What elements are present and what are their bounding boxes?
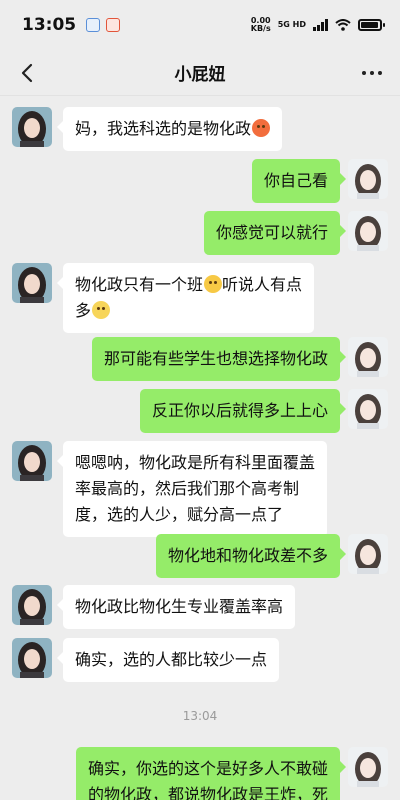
message-text: 听说人有点 (222, 275, 303, 294)
message-bubble[interactable]: 物化政比物化生专业覆盖率高 (56, 585, 296, 629)
network-speed-unit: KB/s (250, 24, 271, 33)
message-bubble[interactable]: 反正你以后就得多上上心 (139, 389, 347, 433)
contact-avatar[interactable] (12, 585, 52, 625)
message-bubble[interactable]: 你感觉可以就行 (203, 211, 347, 255)
contact-avatar[interactable] (12, 638, 52, 678)
message-text: 物化政比物化生专业覆盖率高 (75, 597, 284, 616)
message-text: 确实，选的人都比较少一点 (75, 650, 268, 669)
network-type: 5G HD (277, 20, 306, 29)
chat-title: 小屁妞 (174, 65, 226, 85)
wifi-icon (335, 19, 351, 31)
message-text: 你自己看 (263, 171, 328, 190)
message-bubble[interactable]: 那可能有些学生也想选择物化政 (91, 337, 347, 381)
message-text: 度，选的人少，赋分高一点了 (75, 505, 284, 524)
message-bubble[interactable]: 物化地和物化政差不多 (155, 534, 347, 578)
home-app-icon (86, 18, 101, 32)
back-button[interactable] (14, 60, 40, 86)
more-button[interactable] (358, 60, 386, 86)
worried-face-icon (92, 301, 111, 319)
message-text: 那可能有些学生也想选择物化政 (103, 349, 328, 368)
contact-avatar[interactable] (12, 263, 52, 303)
message-text: 反正你以后就得多上上心 (151, 401, 328, 420)
message-bubble[interactable]: 物化政只有一个班 听说人有点 多 (56, 263, 315, 333)
notification-icons (86, 18, 121, 32)
message-bubble[interactable]: 妈，我选科选的是物化政 (56, 107, 283, 151)
angry-face-icon (252, 119, 271, 137)
message-text: 的物化政，都说物化政是王炸，死 (87, 785, 328, 800)
self-avatar[interactable] (348, 337, 388, 377)
self-avatar[interactable] (348, 211, 388, 251)
self-avatar[interactable] (348, 159, 388, 199)
self-avatar[interactable] (348, 747, 388, 787)
message-bubble[interactable]: 你自己看 (251, 159, 347, 203)
network-speed: 0.00 KB/s (251, 17, 271, 33)
more-dots-icon (362, 71, 366, 75)
chevron-left-icon (21, 63, 33, 83)
self-avatar[interactable] (348, 534, 388, 574)
battery-icon (358, 19, 385, 31)
message-bubble[interactable]: 确实，你选的这个是好多人不敢碰 的物化政，都说物化政是王炸，死 (75, 747, 347, 800)
facepalm-face-icon (204, 275, 223, 293)
message-timestamp: 13:04 (182, 709, 218, 723)
self-avatar[interactable] (348, 389, 388, 429)
message-text: 嗯嗯呐，物化政是所有科里面覆盖 (75, 453, 316, 472)
message-text: 妈，我选科选的是物化政 (75, 119, 252, 138)
message-text: 确实，你选的这个是好多人不敢碰 (87, 759, 328, 778)
chat-messages[interactable]: 妈，我选科选的是物化政 你自己看 你感觉可以就行 物化政只有一个班 听说人有点 多… (0, 97, 400, 800)
message-text: 率最高的，然后我们那个高考制 (75, 479, 300, 498)
status-bar: 13:05 0.00 KB/s 5G HD (0, 0, 400, 50)
contact-avatar[interactable] (12, 441, 52, 481)
status-time: 13:05 (22, 15, 77, 35)
message-text: 物化地和物化政差不多 (167, 546, 328, 565)
message-bubble[interactable]: 确实，选的人都比较少一点 (56, 638, 280, 682)
message-bubble[interactable]: 嗯嗯呐，物化政是所有科里面覆盖 率最高的，然后我们那个高考制 度，选的人少，赋分… (56, 441, 328, 537)
signal-icon (313, 19, 328, 31)
message-text: 多 (75, 301, 92, 320)
chat-header: 小屁妞 (0, 50, 400, 96)
paper-plane-app-icon (106, 18, 121, 32)
message-text: 你感觉可以就行 (215, 223, 328, 242)
contact-avatar[interactable] (12, 107, 52, 147)
message-text: 物化政只有一个班 (75, 275, 204, 294)
